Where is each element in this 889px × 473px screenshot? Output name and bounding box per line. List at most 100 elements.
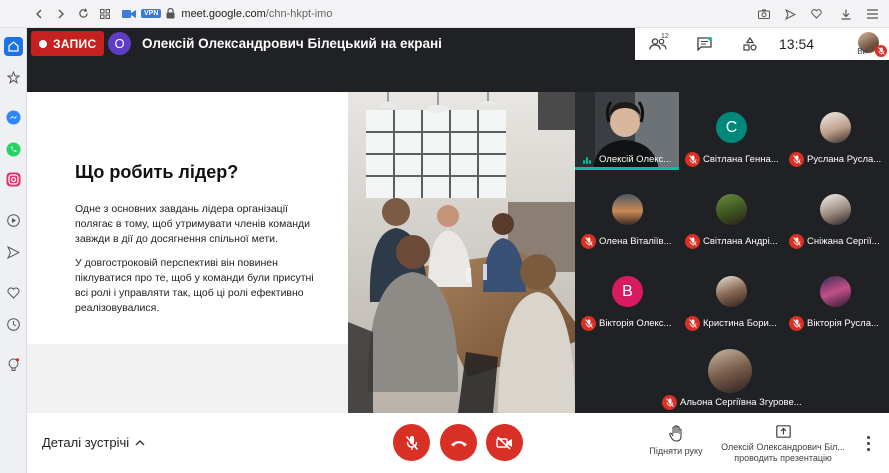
participant-tile[interactable]: Світлана Андрі...: [679, 174, 783, 252]
leave-call-button[interactable]: [440, 424, 477, 461]
send-icon: [784, 8, 796, 20]
meeting-details-button[interactable]: Деталі зустрічі: [42, 435, 145, 450]
presenting-label: проводить презентацію: [734, 453, 832, 463]
mic-off-icon: [685, 316, 700, 331]
participant-tile[interactable]: Кристина Бори...: [679, 256, 783, 334]
participant-avatar: [612, 194, 643, 225]
bookmark-heart-button[interactable]: [805, 3, 827, 25]
more-options-button[interactable]: [861, 431, 875, 455]
sidebar-flow-button[interactable]: [4, 243, 23, 262]
snapshot-button[interactable]: [753, 3, 775, 25]
participant-name: Руслана Русла...: [807, 154, 882, 165]
meet-topbar: ЗАПИС О Олексій Олександрович Білецький …: [27, 28, 889, 92]
browser-sidebar: [0, 28, 27, 473]
sidebar-whatsapp-button[interactable]: [4, 140, 23, 159]
participant-avatar: С: [716, 112, 747, 143]
recording-indicator[interactable]: ЗАПИС: [31, 31, 105, 56]
mic-toggle-button[interactable]: [393, 424, 430, 461]
participant-tile[interactable]: Вікторія Русла...: [783, 256, 887, 334]
participant-name: Олена Віталіїв...: [599, 236, 672, 247]
grid-icon: [100, 8, 110, 19]
mic-off-icon: [685, 152, 700, 167]
sidebar-speed-dial-button[interactable]: [4, 68, 23, 87]
browser-toolbar: VPN meet.google.com/chn-hkpt-imo: [0, 0, 889, 28]
vpn-badge[interactable]: VPN: [141, 9, 162, 18]
mic-off-icon: [581, 316, 596, 331]
participant-tile[interactable]: Альона Сергіївна Згурове...: [656, 335, 808, 413]
team-meeting-photo: [348, 92, 575, 413]
meet-bottom-bar: Деталі зустрічі Підняти руку Олексій Оле…: [27, 413, 889, 473]
sidebar-home-button[interactable]: [4, 37, 23, 56]
participant-tile[interactable]: Олексій Олекс...: [575, 92, 679, 170]
chat-icon: [696, 37, 712, 51]
more-dot-icon: [866, 441, 870, 445]
mic-off-icon: [405, 435, 418, 450]
participant-name: Вікторія Олекс...: [599, 318, 672, 329]
sidebar-messenger-button[interactable]: [4, 108, 23, 127]
camera-indicator-icon: [122, 9, 136, 18]
participant-tile[interactable]: Сніжана Сергії...: [783, 174, 887, 252]
back-icon: [36, 9, 42, 18]
record-dot-icon: [39, 39, 47, 48]
sidebar-player-button[interactable]: [4, 211, 23, 230]
hang-up-icon: [450, 440, 467, 446]
participant-avatar: [708, 349, 752, 393]
activities-button[interactable]: [727, 28, 773, 60]
sidebar-tips-button[interactable]: [4, 356, 23, 375]
slide-footer-band: [27, 344, 348, 413]
slide-paragraph-1: Одне з основних завдань лідера організац…: [75, 203, 310, 245]
participant-name: Альона Сергіївна Згурове...: [680, 397, 802, 408]
meeting-details-label: Деталі зустрічі: [42, 435, 130, 450]
raise-hand-button[interactable]: Підняти руку: [643, 425, 709, 457]
sidebar-instagram-button[interactable]: [4, 170, 23, 189]
presenter-title: Олексій Олександрович Білецький на екран…: [142, 36, 442, 51]
slide-heading: Що робить лідер?: [75, 162, 239, 182]
sidebar-bookmarks-button[interactable]: [4, 283, 23, 302]
back-button[interactable]: [28, 3, 50, 25]
camera-toggle-button[interactable]: [486, 424, 523, 461]
mic-off-icon: [789, 152, 804, 167]
raise-hand-label: Підняти руку: [649, 446, 703, 456]
instagram-icon: [6, 172, 21, 187]
download-button[interactable]: [835, 3, 857, 25]
participant-tile[interactable]: В Вікторія Олекс...: [575, 256, 679, 334]
reload-button[interactable]: [72, 3, 94, 25]
address-bar[interactable]: VPN meet.google.com/chn-hkpt-imo: [122, 8, 332, 20]
shapes-icon: [743, 37, 757, 51]
heart-icon: [810, 9, 822, 19]
download-icon: [841, 9, 851, 20]
self-label: Ви: [857, 47, 867, 56]
participant-tile[interactable]: Олена Віталіїв...: [575, 174, 679, 252]
send-button[interactable]: [779, 3, 801, 25]
easy-setup-button[interactable]: [861, 3, 883, 25]
sidebar-history-button[interactable]: [4, 315, 23, 334]
participant-tile[interactable]: Руслана Русла...: [783, 92, 887, 170]
camera-off-icon: [496, 435, 512, 450]
mic-off-icon: [789, 316, 804, 331]
tabs-grid-button[interactable]: [94, 3, 116, 25]
more-dot-icon: [866, 447, 870, 451]
hand-icon: [669, 425, 682, 442]
meeting-stage: Що робить лідер? Одне з основних завдань…: [27, 92, 889, 413]
recording-label: ЗАПИС: [53, 36, 97, 51]
chat-button[interactable]: [681, 28, 727, 60]
participant-count: 12: [661, 33, 669, 40]
mic-off-icon: [789, 234, 804, 249]
participant-name: Сніжана Сергії...: [807, 236, 880, 247]
self-mic-off-icon: [875, 45, 887, 57]
participant-avatar: [820, 112, 851, 143]
participant-name: Світлана Генна...: [703, 154, 779, 165]
messenger-icon: [6, 110, 21, 125]
slide-text-panel: Що робить лідер? Одне з основних завдань…: [27, 92, 348, 413]
forward-button[interactable]: [50, 3, 72, 25]
presenting-name: Олексій Олександрович Біл...: [721, 442, 845, 452]
camera-icon: [758, 9, 770, 19]
participants-button[interactable]: 12: [635, 28, 681, 60]
participant-avatar: В: [612, 276, 643, 307]
participant-avatar: [820, 276, 851, 307]
presentation-status-button[interactable]: Олексій Олександрович Біл... проводить п…: [717, 425, 849, 464]
home-icon: [8, 41, 19, 52]
participant-tile[interactable]: С Світлана Генна...: [679, 92, 783, 170]
mic-off-icon: [581, 234, 596, 249]
participant-avatar: [716, 276, 747, 307]
